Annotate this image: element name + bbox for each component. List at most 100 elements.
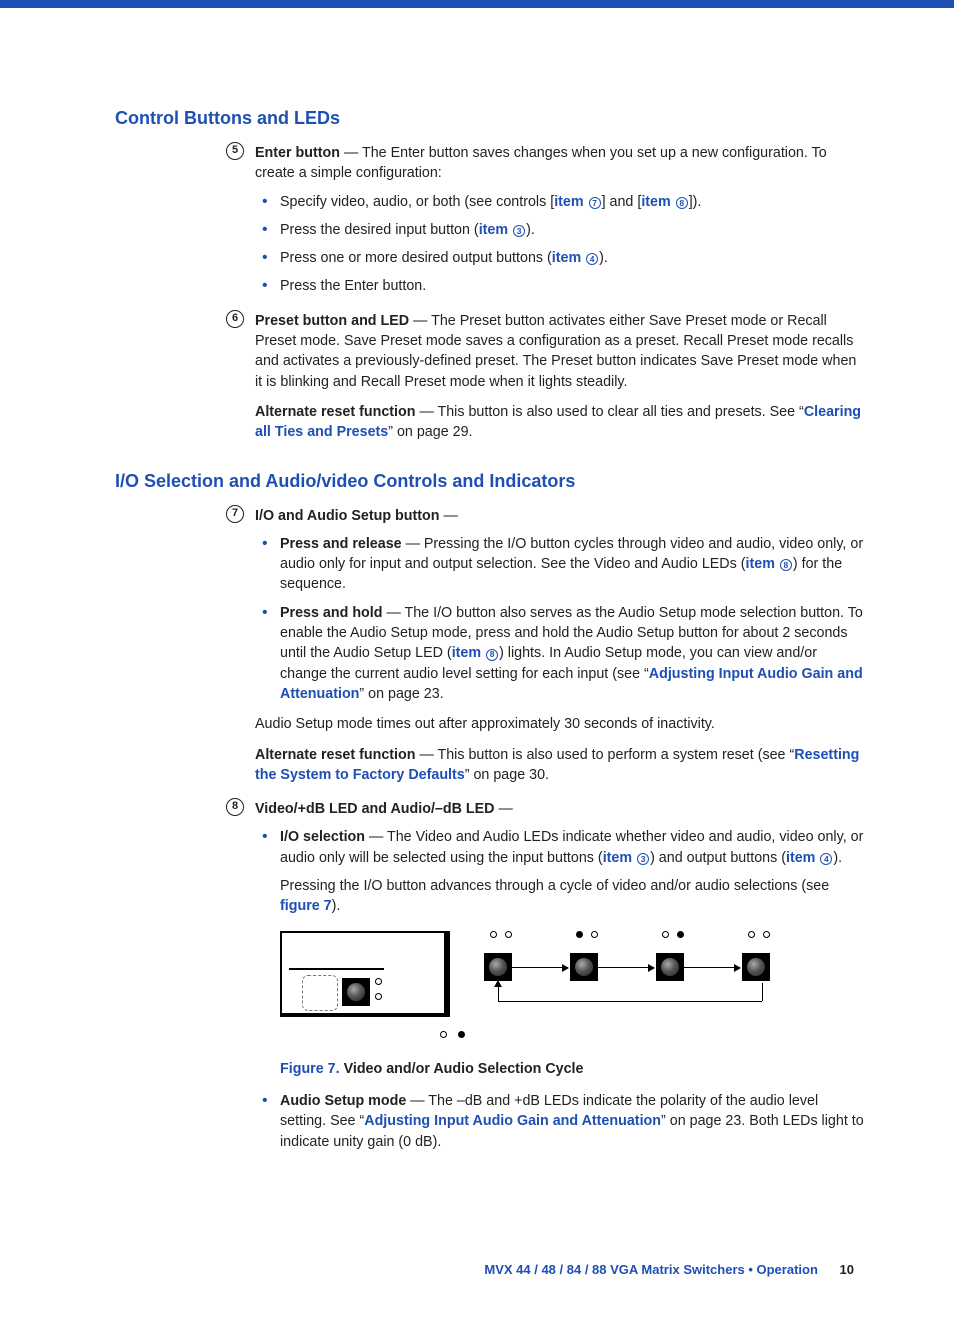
panel-dashed-box [302,975,338,1011]
link-item-3b[interactable]: item 3 [603,850,650,866]
loop-line [762,983,763,1001]
footer-text: MVX 44 / 48 / 84 / 88 VGA Matrix Switche… [484,1262,818,1277]
item-5-b2: Press the desired input button (item 3). [280,220,864,240]
arrow-icon [684,967,740,968]
loop-line [498,985,499,1001]
item-7-bullets: Press and release — Pressing the I/O but… [280,534,864,704]
io-selection-label: I/O selection [280,829,365,845]
t: item [746,556,779,572]
figure-label: Figure 7. [280,1061,340,1077]
panel-led-bottom [375,993,382,1000]
led-icon [763,931,770,938]
t: ) and output buttons ( [650,850,786,866]
t: ). [833,850,842,866]
arrow-icon [512,967,568,968]
item-5-b4: Press the Enter button. [280,276,864,296]
link-item-8[interactable]: item 8 [641,194,688,210]
callout-5: 5 [226,142,244,160]
t: ” on page 29. [388,424,472,440]
t: — This button is also used to perform a … [415,747,794,763]
t: ] and [ [602,194,642,210]
item-7-label: I/O and Audio Setup button [255,508,440,524]
refnum-4b: 4 [820,853,832,865]
refnum-3: 3 [513,225,525,237]
top-accent-bar [0,0,954,8]
item-7-b2: Press and hold — The I/O button also ser… [280,603,864,704]
callout-6: 6 [226,310,244,328]
figure-7: Figure 7. Video and/or Audio Selection C… [280,931,864,1079]
item-7-b1: Press and release — Pressing the I/O but… [280,534,864,595]
audio-setup-mode-label: Audio Setup mode [280,1093,406,1109]
item-8-bullets: I/O selection — The Video and Audio LEDs… [280,827,864,1151]
link-item-8b[interactable]: item 8 [746,556,793,572]
item-6: 6 Preset button and LED — The Preset but… [255,311,864,443]
heading-control-buttons: Control Buttons and LEDs [115,108,864,129]
led-icon [591,931,598,938]
item-8-b1: I/O selection — The Video and Audio LEDs… [280,827,864,1078]
heading-io-selection: I/O Selection and Audio/video Controls a… [115,471,864,492]
cycle-node-2 [546,931,616,947]
alt-reset-label: Alternate reset function [255,404,415,420]
loop-arrow-icon [494,980,502,987]
node-button-icon [570,953,598,981]
t: — [440,508,458,524]
led-icon [440,1031,447,1038]
t: item [641,194,674,210]
cycle-chain [460,931,730,1051]
item-7-alt: Alternate reset function — This button i… [255,745,864,786]
refnum-7: 7 [589,197,601,209]
t: ). [599,250,608,266]
refnum-8b: 8 [780,559,792,571]
t: Pressing the I/O button advances through… [280,878,829,894]
item-8-label: Video/+dB LED and Audio/–dB LED [255,801,495,817]
link-item-8c[interactable]: item 8 [452,645,499,661]
link-item-3[interactable]: item 3 [479,222,526,238]
t: — [495,801,513,817]
press-release-label: Press and release [280,536,402,552]
link-item-7[interactable]: item 7 [554,194,601,210]
led-icon [677,931,684,938]
item-5-label: Enter button [255,145,340,161]
item-8: 8 Video/+dB LED and Audio/–dB LED — I/O … [255,799,864,1152]
loop-line [498,1001,762,1002]
callout-7: 7 [226,505,244,523]
link-adjusting-input-audio-2[interactable]: Adjusting Input Audio Gain and Attenuati… [364,1113,661,1129]
cycle-node-4 [718,931,788,947]
figure-7-diagram [280,931,730,1051]
press-hold-label: Press and hold [280,605,383,621]
node-button-icon [742,953,770,981]
led-icon [458,1031,465,1038]
t: Specify video, audio, or both (see contr… [280,194,554,210]
t: Press one or more desired output buttons… [280,250,552,266]
led-icon [748,931,755,938]
t: item [603,850,636,866]
t: ” on page 30. [465,767,549,783]
refnum-3b: 3 [637,853,649,865]
item-8-b2: Audio Setup mode — The –dB and +dB LEDs … [280,1091,864,1152]
t: — This button is also used to clear all … [415,404,803,420]
t: item [786,850,819,866]
item-5-dash: — [340,145,362,161]
link-item-4b[interactable]: item 4 [786,850,833,866]
t: — [409,313,431,329]
panel-led-top [375,978,382,985]
link-figure-7[interactable]: figure 7 [280,898,332,914]
item-7-p1: Audio Setup mode times out after approxi… [255,714,864,734]
item-6-alt: Alternate reset function — This button i… [255,402,864,443]
alt-reset-label-2: Alternate reset function [255,747,415,763]
item-5-b1: Specify video, audio, or both (see contr… [280,192,864,212]
t: ” on page 23. [359,686,443,702]
link-item-4[interactable]: item 4 [552,250,599,266]
refnum-8c: 8 [486,649,498,661]
item-5: 5 Enter button — The Enter button saves … [255,143,864,297]
t: item [452,645,485,661]
arrow-icon [598,967,654,968]
t: item [479,222,512,238]
refnum-4: 4 [586,253,598,265]
cycle-node-3 [632,931,702,947]
panel-icon [280,931,450,1017]
item-5-b3: Press one or more desired output buttons… [280,248,864,268]
page-content: Control Buttons and LEDs 5 Enter button … [0,108,954,1317]
cycle-node-1 [460,931,530,947]
item-6-label: Preset button and LED [255,313,409,329]
